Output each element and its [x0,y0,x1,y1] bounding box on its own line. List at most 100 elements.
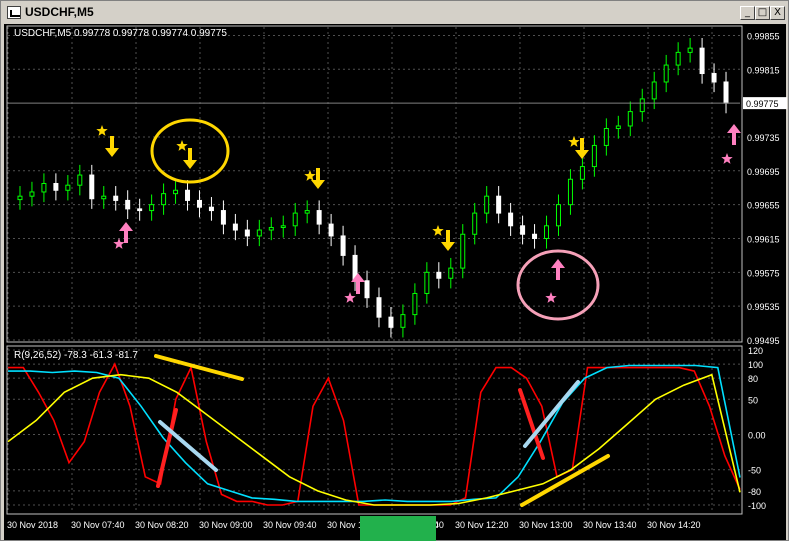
candle-body [376,297,382,318]
candle-body [484,195,490,214]
candle-body [161,193,167,206]
candle-body [508,212,514,227]
candle-body [711,73,717,83]
candle-body [460,233,466,269]
indicator-label: R(9,26,52) -78.3 -61.3 -81.7 [14,350,138,361]
signal-star-icon [545,292,557,303]
candle-body [280,225,286,228]
signal-star-icon [344,292,356,303]
rsi-series-line [7,373,741,506]
candle-body [472,212,478,235]
rsi-tick-label: 80 [748,374,758,384]
signal-star-icon [568,136,580,147]
candle-body [723,81,729,104]
rsi-tick-label: -100 [748,501,766,511]
time-tick-label: 30 Nov 12:20 [455,520,509,530]
rsi-series-line [8,364,741,503]
signal-star-icon [432,225,444,236]
candle-body [388,316,394,328]
candle-body [17,195,23,201]
price-tick-label: 0.99735 [747,133,780,143]
trend-annotation-line [154,354,244,381]
rsi-tick-label: 120 [748,346,763,356]
time-tick-label: 30 Nov 2018 [7,520,58,530]
trend-annotation-line [518,388,545,460]
green-highlight-box [360,516,436,541]
candle-body [364,280,370,299]
candle-body [304,210,310,214]
candle-body [567,178,573,206]
signal-star-icon [176,140,188,151]
price-tick-label: 0.99495 [747,336,780,346]
signal-star-icon [96,125,108,136]
rsi-tick-label: 100 [748,360,763,370]
symbol-info: USDCHF,M5 0.99778 0.99778 0.99774 0.9977… [14,28,227,39]
buy-arrow-icon [727,124,741,145]
candle-body [615,125,621,130]
candle-body [185,189,191,201]
candle-body [448,267,454,279]
trend-annotation-line [520,454,610,507]
price-tick-label: 0.99815 [747,65,780,75]
buy-arrow-icon [551,259,565,280]
rsi-tick-label: 50 [748,395,758,405]
candle-body [220,210,226,225]
price-tick-label: 0.99535 [747,302,780,312]
time-tick-label: 30 Nov 14:20 [647,520,701,530]
time-tick-label: 30 Nov 13:40 [583,520,637,530]
signal-star-icon [721,153,733,164]
candle-body [244,229,250,237]
candle-body [663,64,669,83]
signal-star-icon [304,170,316,181]
candle-body [627,111,633,127]
candle-body [579,166,585,180]
candle-body [208,206,214,212]
time-tick-label: 30 Nov 13:00 [519,520,573,530]
sell-arrow-icon [441,230,455,251]
candle-body [687,47,693,53]
time-tick-label: 30 Nov 09:00 [199,520,253,530]
candle-body [256,229,262,237]
sell-arrow-icon [105,136,119,157]
candle-body [77,174,83,186]
candle-body [591,144,597,168]
price-tick-label: 0.99695 [747,167,780,177]
time-tick-label: 30 Nov 07:40 [71,520,125,530]
candle-body [113,195,119,201]
current-price-label: 0.99775 [746,99,779,109]
candle-body [436,271,442,279]
candle-body [268,226,274,231]
price-tick-label: 0.99615 [747,234,780,244]
sell-arrow-icon [183,148,197,169]
rsi-tick-label: -80 [748,487,761,497]
candle-body [603,128,609,146]
time-tick-label: 30 Nov 09:40 [263,520,317,530]
candle-body [675,51,681,66]
candle-body [65,184,71,191]
candle-body [232,223,238,231]
candle-body [555,204,561,227]
price-tick-label: 0.99655 [747,201,780,211]
rsi-tick-label: 0.00 [748,431,766,441]
candle-body [149,204,155,212]
candle-body [173,189,179,195]
candle-body [328,223,334,237]
candle-body [400,314,406,328]
candle-body [53,183,59,191]
candle-body [412,292,418,316]
time-tick-label: 30 Nov 08:20 [135,520,189,530]
candle-body [532,233,538,239]
candle-body [29,191,35,197]
rsi-tick-label: -50 [748,466,761,476]
candle-body [101,195,107,200]
candle-body [125,199,131,210]
candle-body [639,98,645,113]
candle-body [496,195,502,214]
candle-body [520,225,526,235]
candle-body [651,81,657,100]
candle-body [340,235,346,256]
candle-body [137,208,143,212]
buy-arrow-icon [119,222,133,243]
candle-body [544,225,550,239]
price-tick-label: 0.99855 [747,31,780,41]
